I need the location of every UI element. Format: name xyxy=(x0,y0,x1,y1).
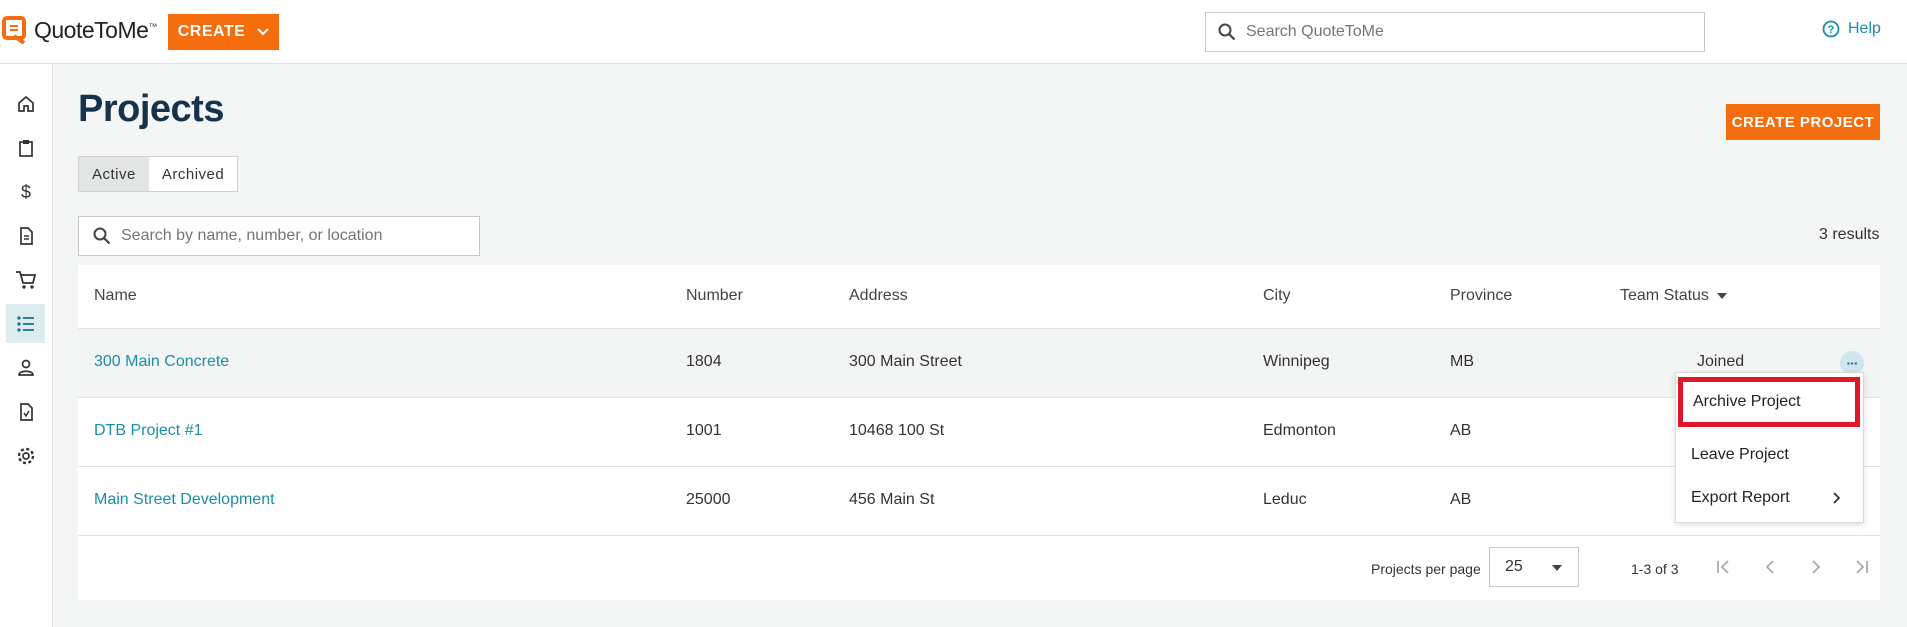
menu-item-archive-project[interactable]: Archive Project xyxy=(1678,377,1860,427)
project-name-link[interactable]: 300 Main Concrete xyxy=(94,353,229,371)
page-range: 1-3 of 3 xyxy=(1631,561,1679,577)
sidebar: $ xyxy=(0,64,53,627)
help-link[interactable]: ? Help xyxy=(1822,20,1881,38)
top-bar: QuoteToMe™ CREATE ? Help xyxy=(0,0,1907,64)
team-status: Joined xyxy=(1697,353,1745,370)
per-page-value: 25 xyxy=(1505,558,1523,575)
last-page-button[interactable] xyxy=(1849,555,1873,579)
person-icon xyxy=(17,359,34,376)
column-header-address[interactable]: Address xyxy=(849,287,908,305)
project-address: 300 Main Street xyxy=(849,353,962,370)
project-province: AB xyxy=(1450,491,1472,508)
first-page-button[interactable] xyxy=(1712,555,1736,579)
logo-text: QuoteToMe™ xyxy=(34,16,157,43)
table-header: Name Number Address City Province Team S… xyxy=(78,265,1880,329)
chevron-right-icon xyxy=(1833,492,1841,504)
gear-icon xyxy=(17,447,34,464)
global-search-input[interactable] xyxy=(1246,23,1686,41)
project-province: MB xyxy=(1450,353,1474,370)
prev-page-button[interactable] xyxy=(1758,555,1782,579)
team-status-label: Team Status xyxy=(1620,287,1709,304)
column-header-name[interactable]: Name xyxy=(94,287,137,305)
sidebar-item-projects[interactable] xyxy=(6,304,45,343)
help-label: Help xyxy=(1848,20,1881,37)
first-page-icon xyxy=(1717,560,1729,574)
menu-item-leave-project[interactable]: Leave Project xyxy=(1676,433,1863,477)
project-number: 1001 xyxy=(686,422,722,439)
sidebar-item-reports[interactable] xyxy=(6,392,45,431)
project-search[interactable] xyxy=(78,216,480,256)
create-button[interactable]: CREATE xyxy=(168,14,279,50)
search-icon xyxy=(93,227,111,245)
project-city: Edmonton xyxy=(1263,422,1336,439)
document-icon xyxy=(19,226,33,245)
table-footer: Projects per page 25 1-3 of 3 xyxy=(78,537,1880,600)
sidebar-item-pricing[interactable]: $ xyxy=(6,172,45,211)
table-row[interactable]: DTB Project #1 1001 10468 100 St Edmonto… xyxy=(78,398,1880,467)
last-page-icon xyxy=(1856,560,1868,574)
column-header-team-status[interactable]: Team Status xyxy=(1620,287,1727,305)
home-icon xyxy=(17,95,34,112)
project-name-link[interactable]: Main Street Development xyxy=(94,491,275,509)
list-icon xyxy=(16,315,34,332)
page-title: Projects xyxy=(78,88,224,130)
per-page-select[interactable]: 25 xyxy=(1489,547,1579,587)
table-row[interactable]: 300 Main Concrete 1804 300 Main Street W… xyxy=(78,329,1880,398)
logo[interactable]: QuoteToMe™ xyxy=(2,16,157,44)
svg-text:?: ? xyxy=(1828,24,1835,36)
chevron-left-icon xyxy=(1765,560,1774,574)
svg-text:$: $ xyxy=(20,182,30,202)
project-search-input[interactable] xyxy=(121,227,461,245)
sidebar-item-users[interactable] xyxy=(6,348,45,387)
sidebar-item-documents[interactable] xyxy=(6,216,45,255)
projects-table: Name Number Address City Province Team S… xyxy=(78,265,1880,600)
sort-down-icon xyxy=(1716,293,1727,299)
menu-item-export-report[interactable]: Export Report xyxy=(1676,476,1863,520)
create-label: CREATE xyxy=(177,23,246,40)
create-project-button[interactable]: CREATE PROJECT xyxy=(1726,104,1880,140)
tab-active[interactable]: Active xyxy=(79,157,149,191)
export-report-label: Export Report xyxy=(1691,489,1790,506)
status-tabs: Active Archived xyxy=(78,156,239,192)
project-city: Winnipeg xyxy=(1263,353,1330,370)
dollar-icon: $ xyxy=(20,182,30,202)
report-icon xyxy=(19,402,33,421)
sidebar-item-settings[interactable] xyxy=(6,436,45,475)
column-header-city[interactable]: City xyxy=(1263,287,1291,305)
tab-archived[interactable]: Archived xyxy=(149,157,237,191)
logo-icon xyxy=(2,16,26,44)
table-row[interactable]: Main Street Development 25000 456 Main S… xyxy=(78,467,1880,536)
next-page-button[interactable] xyxy=(1804,555,1828,579)
cart-icon xyxy=(15,270,36,289)
row-actions-menu: Archive Project Leave Project Export Rep… xyxy=(1675,372,1864,523)
project-name-link[interactable]: DTB Project #1 xyxy=(94,422,202,440)
results-count: 3 results xyxy=(1819,226,1880,243)
sidebar-item-home[interactable] xyxy=(6,84,45,123)
column-header-number[interactable]: Number xyxy=(686,287,743,305)
column-header-province[interactable]: Province xyxy=(1450,287,1512,305)
chevron-right-icon xyxy=(1812,560,1821,574)
global-search[interactable] xyxy=(1205,12,1705,52)
project-number: 25000 xyxy=(686,491,731,508)
project-city: Leduc xyxy=(1263,491,1307,508)
caret-down-icon xyxy=(1552,565,1562,571)
project-address: 10468 100 St xyxy=(849,422,945,439)
project-province: AB xyxy=(1450,422,1472,439)
sidebar-item-clipboard[interactable] xyxy=(6,128,45,167)
sidebar-item-cart[interactable] xyxy=(6,260,45,299)
project-address: 456 Main St xyxy=(849,491,935,508)
clipboard-icon xyxy=(18,139,33,157)
per-page-label: Projects per page xyxy=(1371,561,1481,577)
help-icon: ? xyxy=(1822,20,1840,38)
chevron-down-icon xyxy=(257,28,270,36)
search-icon xyxy=(1218,23,1236,41)
project-number: 1804 xyxy=(686,353,722,370)
